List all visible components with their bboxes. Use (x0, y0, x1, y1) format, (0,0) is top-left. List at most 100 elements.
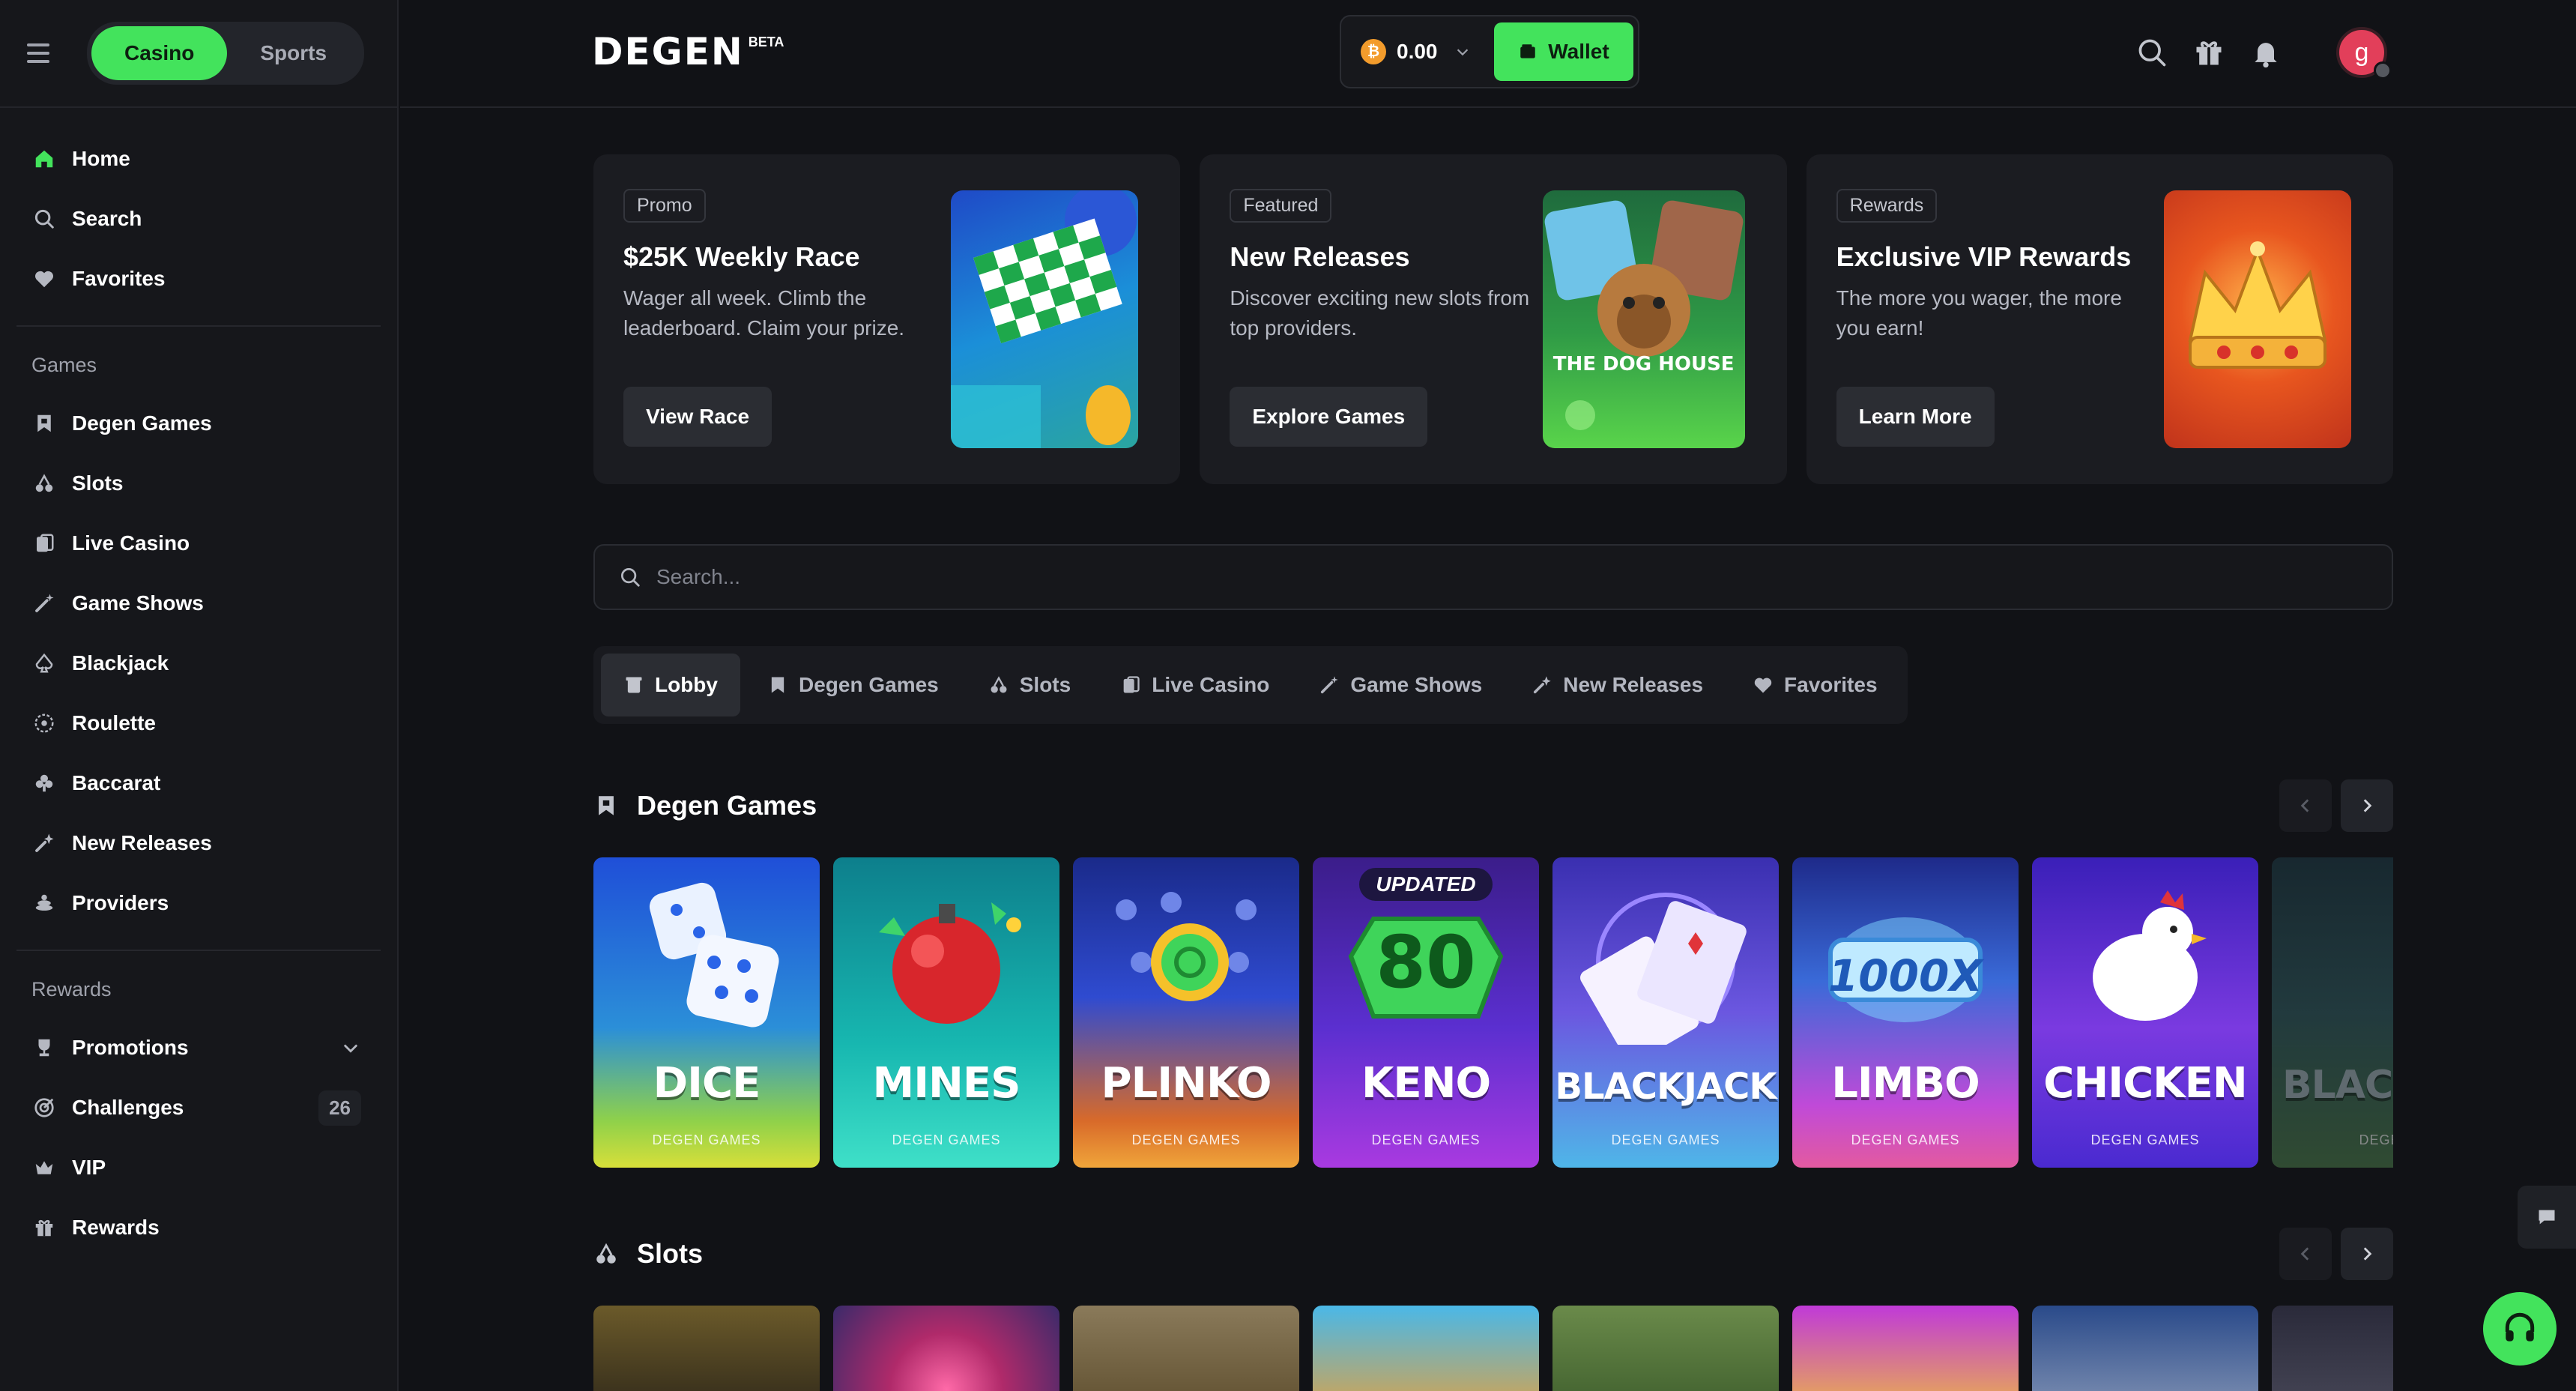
sidebar-item-label: Home (72, 147, 130, 170)
cherry-icon (33, 472, 55, 495)
sidebar-item-baccarat[interactable]: Baccarat (13, 753, 384, 813)
tab-slots[interactable]: Slots (966, 654, 1093, 716)
crown-image (2163, 190, 2351, 448)
wallet-button[interactable]: Wallet (1494, 22, 1633, 81)
updated-badge: UPDATED (1359, 868, 1493, 901)
casino-tab[interactable]: Casino (91, 26, 228, 80)
heart-icon (1754, 678, 1772, 693)
chat-tab[interactable] (2518, 1186, 2576, 1249)
sparkle-icon (33, 832, 55, 854)
sidebar-item-slots[interactable]: Slots (13, 453, 384, 513)
tab-lobby[interactable]: Lobby (601, 654, 740, 716)
sidebar-item-home[interactable]: Home (13, 129, 384, 189)
search-icon (33, 208, 55, 230)
game-card-limbo[interactable]: 1000X LIMBO DEGEN GAMES (1792, 857, 2019, 1168)
game-title: DICE (653, 1059, 761, 1108)
section-heading-games: Games (31, 354, 97, 376)
race-flag-image (951, 190, 1139, 448)
sidebar-item-label: VIP (72, 1156, 106, 1179)
explore-games-button[interactable]: Explore Games (1230, 387, 1428, 447)
limbo-multiplier: 1000X (1827, 950, 1983, 1001)
sidebar-item-vip[interactable]: VIP (13, 1138, 384, 1198)
chevron-down-icon[interactable] (340, 1037, 361, 1058)
promo-tag: Featured (1230, 189, 1332, 223)
game-search (593, 544, 2393, 610)
sidebar-item-favorites[interactable]: Favorites (13, 249, 384, 309)
section-title: Degen Games (637, 790, 817, 821)
sidebar-item-new-releases[interactable]: New Releases (13, 813, 384, 873)
game-card-keno[interactable]: UPDATED 80 KENO DEGEN GAMES (1313, 857, 1539, 1168)
next-button[interactable] (2341, 1228, 2393, 1280)
home-icon (33, 148, 55, 170)
slot-card[interactable] (1073, 1306, 1299, 1391)
beta-badge: BETA (748, 34, 784, 49)
slot-card[interactable] (2032, 1306, 2258, 1391)
game-card-black-double[interactable]: BLACK DEGEN (2272, 857, 2393, 1168)
promo-card-new-releases[interactable]: Featured New Releases Discover exciting … (1200, 154, 1787, 484)
game-card-dice[interactable]: DICE DEGEN GAMES (593, 857, 820, 1168)
gift-icon[interactable] (2192, 36, 2225, 69)
providers-icon (33, 892, 55, 914)
chevron-left-icon (2300, 1247, 2309, 1261)
game-card-plinko[interactable]: PLINKO DEGEN GAMES (1073, 857, 1299, 1168)
sidebar-item-label: Baccarat (72, 771, 161, 794)
sidebar-item-challenges[interactable]: Challenges 26 (13, 1078, 384, 1138)
sidebar-item-live-casino[interactable]: Live Casino (13, 513, 384, 573)
logo[interactable]: DEGEN BETA (592, 33, 784, 70)
tab-new-releases[interactable]: New Releases (1509, 654, 1726, 716)
balance-amount[interactable]: 0.00 (1397, 40, 1438, 64)
sidebar-item-search[interactable]: Search (13, 189, 384, 249)
target-icon (33, 1096, 55, 1119)
chevron-down-icon[interactable] (1454, 43, 1471, 60)
sidebar-item-providers[interactable]: Providers (13, 873, 384, 933)
sidebar-item-degen-games[interactable]: Degen Games (13, 393, 384, 453)
section-heading-rewards: Rewards (31, 978, 112, 1001)
slot-card[interactable] (833, 1306, 1059, 1391)
chicken-art (2093, 890, 2207, 1021)
carousel-controls (2279, 779, 2393, 832)
chevron-right-icon (2363, 799, 2372, 812)
bookmark-icon (771, 677, 784, 693)
promo-card-weekly-race[interactable]: Promo $25K Weekly Race Wager all week. C… (593, 154, 1181, 484)
game-title: CHICKEN (2043, 1059, 2247, 1108)
slot-card[interactable] (2272, 1306, 2393, 1391)
promo-card-vip-rewards[interactable]: Rewards Exclusive VIP Rewards The more y… (1806, 154, 2393, 484)
sidebar-item-game-shows[interactable]: Game Shows (13, 573, 384, 633)
carousel-controls (2279, 1228, 2393, 1280)
game-card-blackjack[interactable]: BLACKJACK DEGEN GAMES (1552, 857, 1779, 1168)
slot-card[interactable] (1792, 1306, 2019, 1391)
sidebar-item-rewards[interactable]: Rewards (13, 1198, 384, 1258)
tab-degen-games[interactable]: Degen Games (745, 654, 961, 716)
sidebar-item-roulette[interactable]: Roulette (13, 693, 384, 753)
view-race-button[interactable]: View Race (623, 387, 773, 447)
slot-card[interactable] (593, 1306, 820, 1391)
learn-more-button[interactable]: Learn More (1836, 387, 1995, 447)
tab-live-casino[interactable]: Live Casino (1098, 654, 1292, 716)
support-button[interactable] (2483, 1292, 2557, 1366)
sidebar-item-blackjack[interactable]: Blackjack (13, 633, 384, 693)
category-tabs: Lobby Degen Games Slots Live Casino Game… (593, 646, 1908, 724)
game-card-chicken[interactable]: CHICKEN DEGEN GAMES (2032, 857, 2258, 1168)
next-button[interactable] (2341, 779, 2393, 832)
cards-icon (33, 532, 55, 555)
logo-text: DEGEN (592, 30, 744, 73)
sidebar-top: Casino Sports (0, 0, 397, 108)
tab-label: Slots (1019, 673, 1071, 696)
promo-tag: Rewards (1836, 189, 1938, 223)
slot-card[interactable] (1313, 1306, 1539, 1391)
sidebar-item-promotions[interactable]: Promotions (13, 1018, 384, 1078)
degen-games-header: Degen Games (593, 779, 2393, 832)
sports-tab[interactable]: Sports (227, 26, 360, 80)
heart-icon (33, 268, 55, 290)
search-input[interactable] (656, 565, 2155, 589)
bell-icon[interactable] (2249, 36, 2282, 69)
sidebar-item-label: Blackjack (72, 651, 169, 675)
tab-game-shows[interactable]: Game Shows (1296, 654, 1505, 716)
tab-favorites[interactable]: Favorites (1730, 654, 1900, 716)
prev-button[interactable] (2279, 779, 2332, 832)
game-card-mines[interactable]: MINES DEGEN GAMES (833, 857, 1059, 1168)
slot-card[interactable] (1552, 1306, 1779, 1391)
prev-button[interactable] (2279, 1228, 2332, 1280)
menu-icon[interactable] (27, 38, 57, 68)
search-icon[interactable] (2135, 36, 2168, 69)
